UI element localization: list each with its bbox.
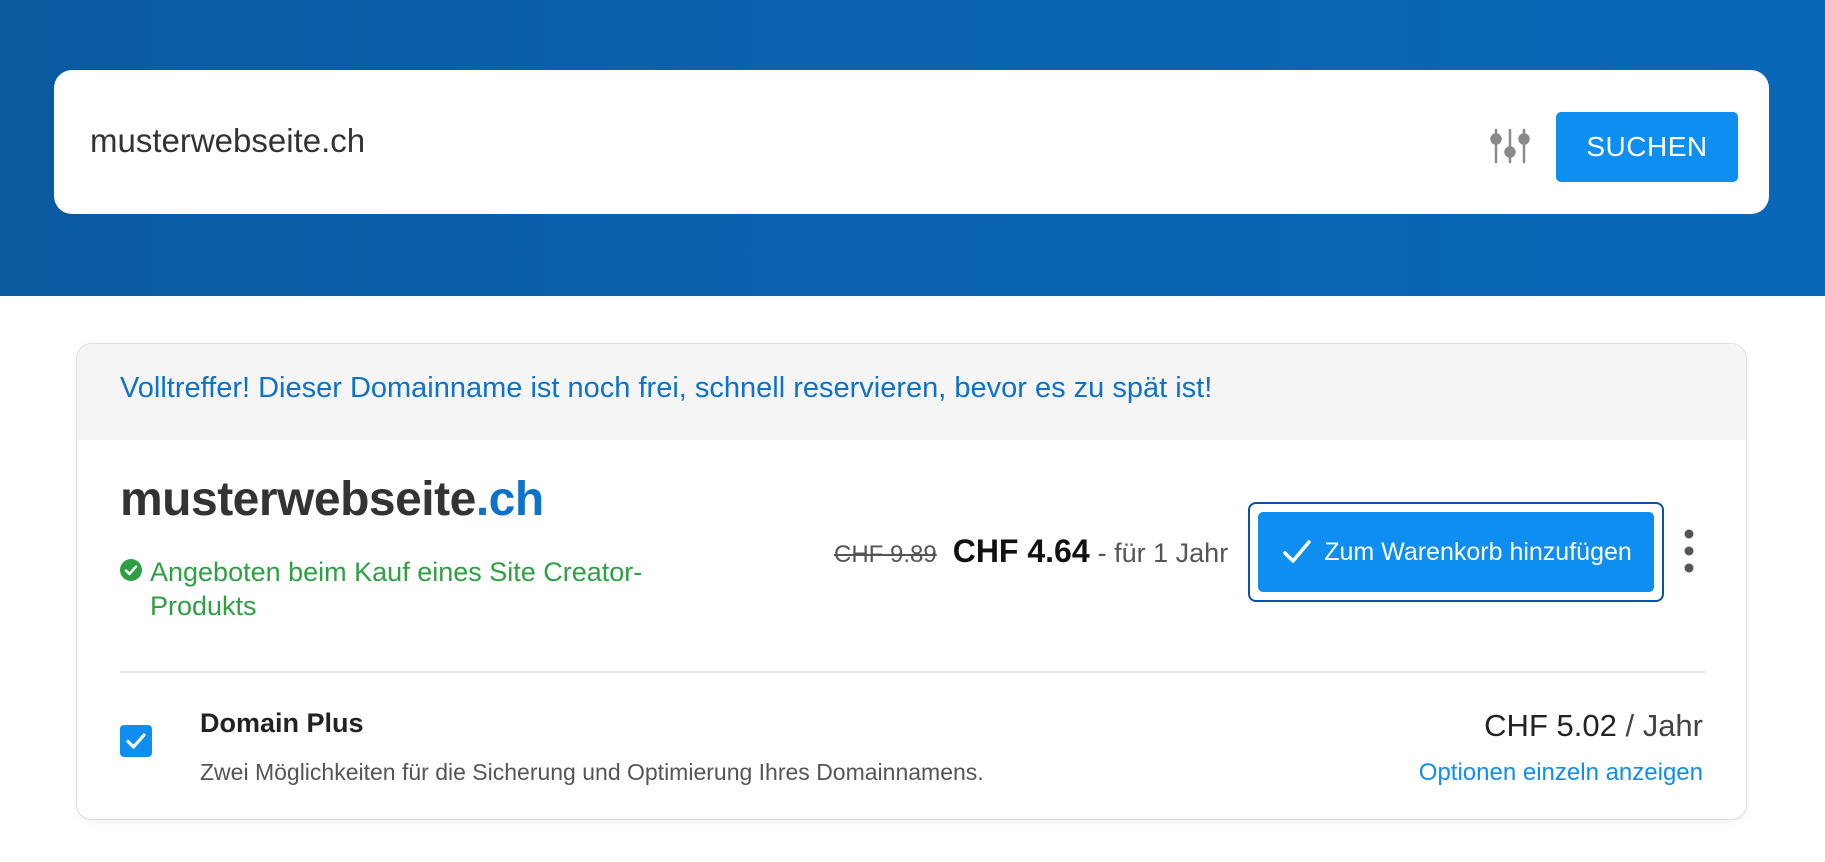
addon-price-unit: / Jahr	[1625, 708, 1703, 743]
addon-description: Zwei Möglichkeiten für die Sicherung und…	[200, 759, 984, 785]
price-row: CHF 9.89 CHF 4.64 - für 1 Jahr	[834, 533, 1228, 583]
availability-banner: Volltreffer! Dieser Domainname ist noch …	[77, 344, 1746, 440]
show-options-link[interactable]: Optionen einzeln anzeigen	[1419, 759, 1703, 787]
availability-message: Volltreffer! Dieser Domainname ist noch …	[120, 372, 1213, 404]
kebab-menu-icon[interactable]	[1675, 525, 1703, 577]
addon-price: CHF 5.02 / Jahr	[1484, 708, 1703, 744]
sliders-icon[interactable]	[1488, 124, 1532, 168]
domain-result-card: Volltreffer! Dieser Domainname ist noch …	[76, 343, 1747, 820]
addon-price-value: CHF 5.02	[1484, 708, 1617, 743]
price-period: - für 1 Jahr	[1097, 538, 1229, 568]
domain-base: musterwebseite	[120, 473, 476, 526]
domain-tld: .ch	[475, 473, 544, 526]
add-to-cart-label: Zum Warenkorb hinzufügen	[1324, 537, 1632, 566]
checkbox-check-icon	[126, 733, 146, 749]
old-price: CHF 9.89	[834, 541, 937, 568]
add-to-cart-button[interactable]: Zum Warenkorb hinzufügen	[1258, 512, 1654, 592]
domain-plus-checkbox[interactable]	[120, 725, 152, 757]
domain-name: musterwebseite.ch	[120, 472, 544, 527]
header-band: SUCHEN	[0, 0, 1825, 296]
checkmark-icon	[1283, 540, 1312, 563]
offer-text: Angeboten beim Kauf eines Site Creator-P…	[150, 557, 643, 621]
search-button[interactable]: SUCHEN	[1556, 112, 1738, 182]
domain-search-input[interactable]	[90, 106, 1390, 176]
new-price: CHF 4.64	[952, 533, 1090, 569]
addon-title: Domain Plus	[200, 708, 364, 738]
divider	[120, 671, 1705, 673]
check-circle-icon	[120, 559, 142, 581]
